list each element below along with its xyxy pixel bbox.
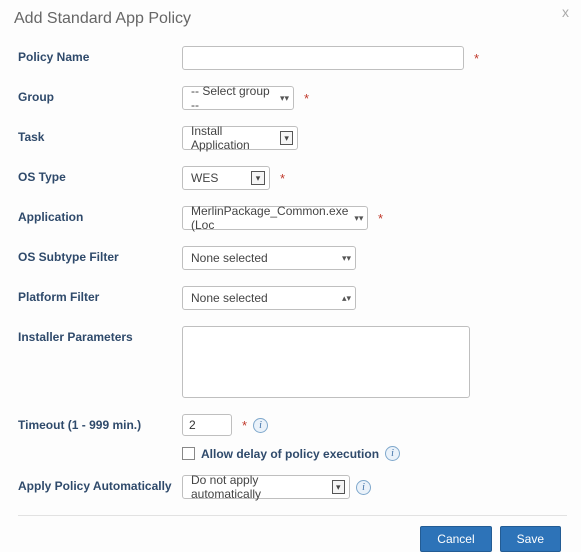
dialog-title: Add Standard App Policy bbox=[14, 8, 567, 36]
os-subtype-filter-select[interactable]: None selected ▾▾ bbox=[182, 246, 356, 270]
apply-auto-select[interactable]: Do not apply automatically ▾ bbox=[182, 475, 350, 499]
os-type-select[interactable]: WES ▾ bbox=[182, 166, 270, 190]
application-select[interactable]: MerlinPackage_Common.exe (Loc ▾▾ bbox=[182, 206, 368, 230]
required-mark: * bbox=[378, 211, 383, 226]
policy-form: Policy Name * Group -- Select group -- ▾… bbox=[14, 36, 567, 552]
required-mark: * bbox=[304, 91, 309, 106]
installer-parameters-input[interactable] bbox=[182, 326, 470, 398]
policy-name-input[interactable] bbox=[182, 46, 464, 70]
label-group: Group bbox=[18, 86, 182, 104]
os-type-select-value: WES bbox=[191, 171, 218, 185]
chevron-down-icon: ▾▾ bbox=[354, 213, 363, 224]
label-installer-parameters: Installer Parameters bbox=[18, 326, 182, 344]
chevron-down-icon: ▾▾ bbox=[280, 93, 289, 104]
os-subtype-filter-value: None selected bbox=[191, 251, 268, 265]
allow-delay-checkbox[interactable] bbox=[182, 447, 195, 460]
info-icon[interactable]: i bbox=[356, 480, 371, 495]
platform-filter-value: None selected bbox=[191, 291, 268, 305]
label-os-subtype-filter: OS Subtype Filter bbox=[18, 246, 182, 264]
required-mark: * bbox=[242, 418, 247, 433]
close-icon[interactable]: x bbox=[562, 4, 569, 20]
task-select-value: Install Application bbox=[191, 124, 274, 152]
chevron-down-icon: ▾ bbox=[280, 131, 293, 145]
cancel-button[interactable]: Cancel bbox=[420, 526, 491, 552]
group-select-value: -- Select group -- bbox=[191, 84, 274, 112]
save-button[interactable]: Save bbox=[500, 526, 561, 552]
application-select-value: MerlinPackage_Common.exe (Loc bbox=[191, 204, 348, 232]
label-platform-filter: Platform Filter bbox=[18, 286, 182, 304]
chevron-down-icon: ▾ bbox=[332, 480, 345, 494]
label-timeout: Timeout (1 - 999 min.) bbox=[18, 414, 182, 432]
allow-delay-label: Allow delay of policy execution bbox=[201, 447, 379, 461]
task-select[interactable]: Install Application ▾ bbox=[182, 126, 298, 150]
label-policy-name: Policy Name bbox=[18, 46, 182, 64]
label-os-type: OS Type bbox=[18, 166, 182, 184]
platform-filter-select[interactable]: None selected ▴▾ bbox=[182, 286, 356, 310]
chevron-down-icon: ▾▾ bbox=[342, 253, 351, 264]
required-mark: * bbox=[280, 171, 285, 186]
label-apply-auto: Apply Policy Automatically bbox=[18, 475, 182, 493]
label-task: Task bbox=[18, 126, 182, 144]
info-icon[interactable]: i bbox=[253, 418, 268, 433]
info-icon[interactable]: i bbox=[385, 446, 400, 461]
timeout-input[interactable] bbox=[182, 414, 232, 436]
group-select[interactable]: -- Select group -- ▾▾ bbox=[182, 86, 294, 110]
chevron-down-icon: ▾ bbox=[251, 171, 265, 185]
divider bbox=[18, 515, 567, 516]
dialog-footer: Cancel Save bbox=[18, 526, 567, 552]
apply-auto-value: Do not apply automatically bbox=[191, 473, 326, 501]
chevron-down-icon: ▴▾ bbox=[342, 293, 351, 304]
required-mark: * bbox=[474, 51, 479, 66]
add-standard-app-policy-dialog: x Add Standard App Policy Policy Name * … bbox=[0, 0, 581, 517]
label-application: Application bbox=[18, 206, 182, 224]
